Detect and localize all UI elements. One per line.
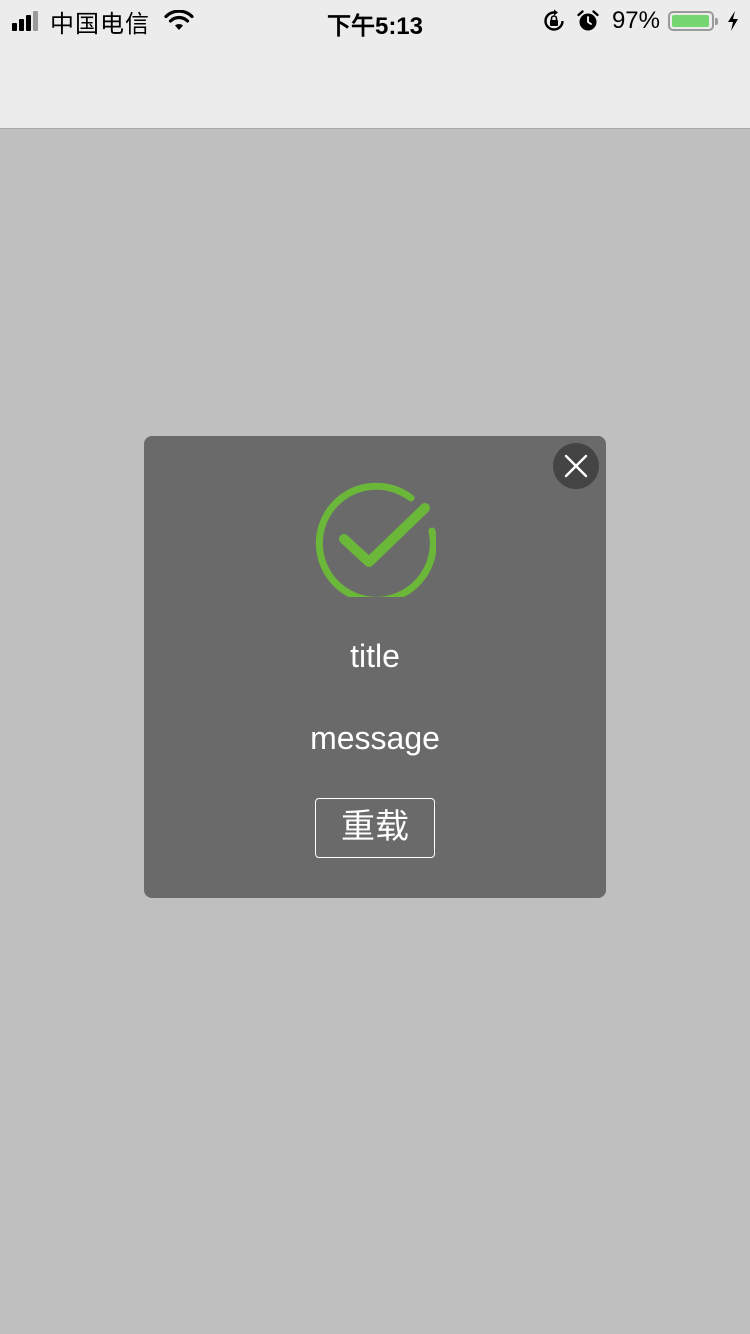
status-right: 97% [532,6,740,36]
dialog-title: title [350,638,400,674]
status-bar: 中国电信 下午5:13 97% [0,0,750,40]
alarm-icon [577,10,599,31]
close-button[interactable] [553,443,599,489]
success-check-icon [315,482,436,597]
app-screen: 中国电信 下午5:13 97% title message 重载 [0,0,750,1334]
orientation-lock-icon [544,9,564,31]
charging-bolt-icon [728,11,738,31]
battery-level-fill [672,15,709,27]
battery-tip [715,18,718,25]
reload-button[interactable]: 重载 [315,798,435,858]
alert-dialog: title message 重载 [144,436,606,898]
close-icon [564,454,588,478]
battery-percentage: 97% [611,7,660,34]
battery-icon [668,11,718,31]
dialog-message: message [310,720,440,756]
